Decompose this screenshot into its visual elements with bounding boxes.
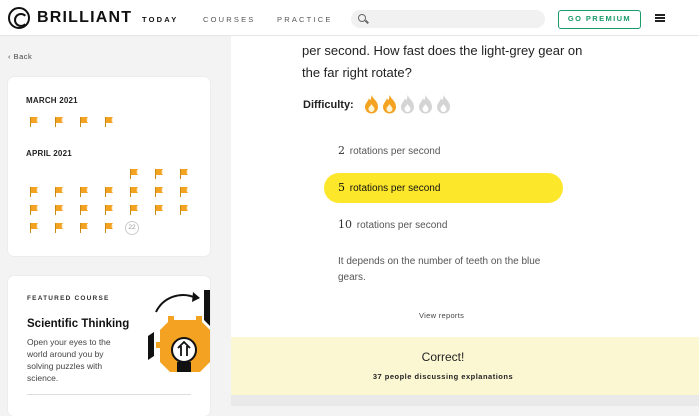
streak-flag-icon [180, 187, 188, 197]
problem-panel: per second. How fast does the light-grey… [231, 36, 699, 406]
streak-flag-icon [80, 117, 88, 127]
streak-flag-icon [155, 205, 163, 215]
top-navigation-bar: BRILLIANT TODAY COURSES PRACTICE GO PREM… [0, 0, 699, 36]
logo-icon [8, 7, 30, 29]
difficulty-rating [364, 95, 451, 119]
streak-flag-icon [130, 205, 138, 215]
featured-course-label: FEATURED COURSE [27, 295, 110, 302]
nav-practice[interactable]: PRACTICE [277, 15, 333, 24]
answer-option-2[interactable]: 5 rotations per second [324, 173, 563, 203]
featured-course-card[interactable]: FEATURED COURSE Scientific Thinking Open… [8, 276, 210, 416]
streak-flag-icon [180, 205, 188, 215]
option-number: 2 [338, 144, 345, 157]
difficulty-label: Difficulty: [303, 99, 354, 111]
streak-flag-icon [55, 223, 63, 233]
hamburger-menu-icon[interactable] [655, 14, 665, 22]
featured-course-description: Open your eyes to the world around you b… [27, 337, 111, 383]
search-input[interactable] [351, 10, 545, 28]
streak-flag-icon [105, 223, 113, 233]
streak-flag-icon [30, 117, 38, 127]
flame-filled-icon [364, 95, 379, 119]
option-text: rotations per second [349, 183, 441, 194]
streak-flag-icon [180, 169, 188, 179]
streak-flag-icon [55, 205, 63, 215]
back-label: Back [13, 52, 33, 61]
flame-filled-icon [382, 95, 397, 119]
nav-courses[interactable]: COURSES [203, 15, 256, 24]
go-premium-button[interactable]: GO PREMIUM [558, 10, 641, 29]
streak-flag-icon [55, 187, 63, 197]
result-status: Correct! [421, 350, 465, 364]
question-text: per second. How fast does the light-grey… [302, 43, 583, 80]
month-label-april: APRIL 2021 [26, 149, 72, 158]
streak-flag-icon [80, 187, 88, 197]
streak-flag-icon [80, 205, 88, 215]
streak-flag-icon [105, 205, 113, 215]
flame-empty-icon [400, 95, 415, 119]
answer-option-1[interactable]: 2 rotations per second [324, 136, 563, 166]
streak-flag-icon [30, 187, 38, 197]
streak-flag-icon [55, 117, 63, 127]
streak-flag-icon [130, 169, 138, 179]
flame-empty-icon [418, 95, 433, 119]
streak-flag-icon [105, 187, 113, 197]
discussion-link[interactable]: 37 people discussing explanations [231, 372, 655, 381]
streak-calendar-card: MARCH 2021 APRIL 2021 22 [8, 77, 210, 256]
streak-flag-icon [155, 187, 163, 197]
back-link[interactable]: ‹ Back [8, 52, 32, 61]
featured-course-title: Scientific Thinking [27, 318, 130, 330]
streak-flag-icon [30, 223, 38, 233]
option-number: 5 [338, 181, 345, 194]
lightbulb-gear-illustration [148, 290, 210, 372]
result-banner: Correct! 37 people discussing explanatio… [231, 337, 699, 395]
option-text: It depends on the number of teeth on the… [338, 256, 541, 283]
flame-empty-icon [436, 95, 451, 119]
streak-flag-icon [155, 169, 163, 179]
nav-today[interactable]: TODAY [142, 15, 178, 24]
streak-flag-icon [105, 117, 113, 127]
view-reports-link[interactable]: View reports [419, 311, 464, 320]
bottom-divider [231, 395, 699, 406]
option-text: rotations per second [349, 146, 441, 157]
option-number: 10 [338, 218, 352, 231]
streak-flag-icon [30, 205, 38, 215]
streak-flag-icon [130, 187, 138, 197]
search-icon [358, 14, 366, 22]
answer-option-3[interactable]: 10 rotations per second [324, 210, 563, 240]
option-text: rotations per second [356, 220, 448, 231]
brilliant-logo[interactable]: BRILLIANT [8, 7, 132, 29]
featured-progress-bar [27, 394, 191, 395]
answer-option-4[interactable]: It depends on the number of teeth on the… [324, 250, 563, 290]
brand-name: BRILLIANT [37, 9, 133, 26]
today-day-marker[interactable]: 22 [125, 221, 139, 235]
streak-flag-icon [80, 223, 88, 233]
month-label-march: MARCH 2021 [26, 96, 78, 105]
